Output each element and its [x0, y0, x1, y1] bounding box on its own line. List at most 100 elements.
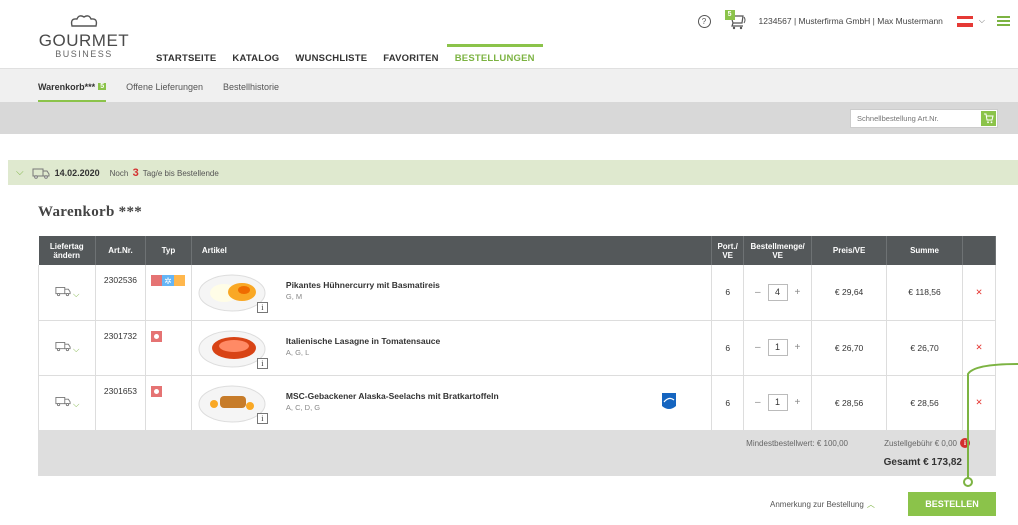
quantity-cell: – 1 + [743, 375, 813, 431]
sub-nav: Warenkorb*** 5 Offene Lieferungen Bestell… [0, 68, 1018, 103]
tab-bestellhistorie[interactable]: Bestellhistorie [223, 69, 279, 103]
truck-icon [55, 397, 71, 407]
col-art-nr: Art.Nr. [95, 236, 146, 265]
chevron-down-icon[interactable]: ⌵ [73, 289, 79, 299]
chevron-down-icon[interactable]: ⌵ [73, 344, 79, 354]
article-cell: i MSC-Gebackener Alaska-Seelachs mit Bra… [191, 375, 713, 431]
chevron-down-icon[interactable]: ⌵ [16, 167, 24, 178]
min-order-value: Mindestbestellwert: € 100,00 [746, 439, 848, 448]
delivery-fee: Zustellgebühr € 0,00 [884, 439, 957, 448]
nav-katalog[interactable]: KATALOG [224, 44, 287, 68]
article-name[interactable]: MSC-Gebackener Alaska-Seelachs mit Bratk… [286, 382, 499, 401]
header-cart-button[interactable]: 5 [724, 10, 747, 30]
article-cell: i Italienische Lasagne in Tomatensauce A… [191, 320, 713, 376]
page-title: Warenkorb *** [38, 204, 143, 220]
brand-logo[interactable]: GOURMET BUSINESS [38, 14, 130, 59]
table-row: ⌵ 2302536 ✲ i Pikantes Hühnercurry mit B… [38, 265, 996, 321]
cart-total: Gesamt € 173,82 [883, 457, 962, 468]
chevron-down-icon[interactable]: ⌵ [73, 399, 79, 409]
price: € 28,56 [811, 375, 888, 431]
truck-icon [55, 286, 71, 296]
change-day-cell[interactable]: ⌵ [38, 320, 96, 376]
chevron-up-icon: ︿ [866, 500, 875, 509]
order-note-toggle[interactable]: Anmerkung zur Bestellung ︿ [770, 499, 875, 510]
pork-icon [151, 385, 163, 397]
info-icon[interactable]: i [256, 412, 268, 424]
remove-icon[interactable]: ✕ [962, 265, 996, 321]
portions: 6 [711, 265, 745, 321]
cart-table: Liefertag ändern Art.Nr. Typ Artikel Por… [38, 236, 996, 431]
sum: € 118,56 [886, 265, 963, 321]
article-name[interactable]: Pikantes Hühnercurry mit Basmatireis [286, 271, 440, 290]
dish-image[interactable]: i [198, 271, 268, 314]
callout-connector [963, 363, 1018, 487]
art-nr: 2301732 [95, 320, 146, 376]
cart-summary: Mindestbestellwert: € 100,00 Zustellgebü… [38, 430, 996, 476]
delivery-date-bar[interactable]: ⌵ 14.02.2020 Noch 3 Tag/e bis Bestellend… [8, 160, 1018, 185]
nav-startseite[interactable]: STARTSEITE [148, 44, 224, 68]
article-allergens: A, C, D, G [285, 402, 321, 412]
header: GOURMET BUSINESS STARTSEITE KATALOG WUNS… [0, 0, 1018, 68]
increase-button[interactable]: + [795, 342, 801, 353]
deadline-suffix: Tag/e bis Bestellende [142, 168, 219, 178]
svg-text:✲: ✲ [165, 276, 173, 286]
increase-button[interactable]: + [795, 397, 801, 408]
truck-icon [32, 168, 50, 179]
type-cell [145, 320, 192, 376]
order-deadline: Noch 3 Tag/e bis Bestellende [110, 167, 219, 179]
quantity-cell: – 4 + [743, 265, 813, 321]
art-nr: 2302536 [95, 265, 146, 321]
nav-wunschliste[interactable]: WUNSCHLISTE [287, 44, 375, 68]
article-allergens: G, M [285, 292, 303, 302]
tab-offene-lieferungen[interactable]: Offene Lieferungen [126, 69, 203, 103]
order-note-label: Anmerkung zur Bestellung [770, 500, 864, 509]
art-nr: 2301653 [95, 375, 146, 431]
tab-warenkorb[interactable]: Warenkorb*** 5 [38, 69, 107, 103]
quantity-input[interactable]: 4 [767, 283, 788, 301]
change-day-cell[interactable]: ⌵ [38, 265, 96, 321]
nav-favoriten[interactable]: FAVORITEN [375, 44, 446, 68]
decrease-button[interactable]: – [755, 287, 761, 298]
poultry-frozen-icon: ✲ [151, 275, 186, 286]
cart-count-badge: 5 [724, 10, 735, 20]
menu-icon[interactable] [997, 14, 1010, 28]
help-icon[interactable]: ? [697, 14, 711, 28]
increase-button[interactable]: + [795, 287, 801, 298]
sum: € 28,56 [886, 375, 963, 431]
change-day-cell[interactable]: ⌵ [38, 375, 96, 431]
tab-warenkorb-label: Warenkorb*** [38, 82, 96, 92]
decrease-button[interactable]: – [755, 397, 761, 408]
order-button[interactable]: BESTELLEN [908, 492, 996, 516]
deadline-days: 3 [132, 166, 139, 179]
price: € 29,64 [811, 265, 888, 321]
chevron-down-icon[interactable]: ⌵ [979, 16, 985, 26]
quick-order-input[interactable] [851, 110, 971, 127]
decrease-button[interactable]: – [755, 342, 761, 353]
info-icon[interactable]: i [256, 357, 268, 369]
cart-badge: 5 [98, 83, 107, 90]
user-info[interactable]: 1234567 | Musterfirma GmbH | Max Musterm… [759, 16, 943, 26]
article-name[interactable]: Italienische Lasagne in Tomatensauce [286, 327, 440, 346]
type-cell [145, 375, 192, 431]
table-row: ⌵ 2301732 i Italienische Lasagne in Toma… [38, 320, 996, 376]
price: € 26,70 [811, 320, 888, 376]
portions: 6 [711, 375, 745, 431]
language-flag-icon[interactable] [956, 15, 973, 27]
header-tools: ? 5 1234567 | Musterfirma GmbH | Max Mus… [697, 10, 1010, 30]
col-article: Artikel [191, 236, 713, 265]
cart-icon [984, 113, 994, 124]
quantity-input[interactable]: 1 [767, 394, 788, 411]
msc-label-icon [662, 392, 677, 409]
dish-image[interactable]: i [198, 327, 268, 369]
dish-image[interactable]: i [198, 382, 268, 424]
quick-order-cart-button[interactable] [981, 111, 996, 126]
logo-icon [68, 14, 100, 30]
quantity-input[interactable]: 1 [767, 339, 788, 356]
info-icon[interactable]: i [256, 302, 268, 314]
nav-bestellungen[interactable]: BESTELLUNGEN [446, 44, 543, 68]
quantity-cell: – 1 + [743, 320, 813, 376]
sum: € 26,70 [886, 320, 963, 376]
deadline-prefix: Noch [109, 168, 129, 178]
table-row: ⌵ 2301653 i MSC-Gebackener Alaska-Seelac… [38, 375, 996, 431]
article-cell: i Pikantes Hühnercurry mit Basmatireis G… [191, 265, 713, 321]
